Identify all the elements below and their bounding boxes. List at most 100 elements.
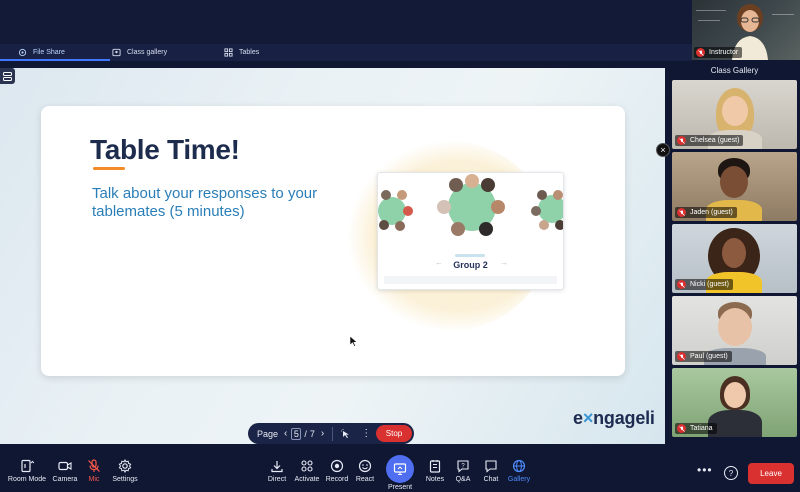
tab-class-gallery-label: Class gallery xyxy=(127,49,168,56)
page-label: Page xyxy=(257,428,279,439)
slide-title: Table Time! xyxy=(90,134,240,165)
avatar-face xyxy=(718,308,752,346)
tables-icon xyxy=(224,48,233,57)
engageli-logo: e×ngageli xyxy=(573,408,655,429)
layout-icon xyxy=(3,71,12,81)
tab-file-share[interactable]: File Share xyxy=(0,44,110,61)
direct-icon xyxy=(270,459,284,473)
thumb-next-arrow-icon: → xyxy=(500,258,508,267)
activate-label: Activate xyxy=(294,476,320,483)
tab-tables-label: Tables xyxy=(239,49,260,56)
stage-layout-toggle[interactable] xyxy=(0,68,15,84)
next-page-button[interactable]: › xyxy=(321,428,324,439)
title-underline xyxy=(93,167,125,170)
react-label: React xyxy=(355,476,375,483)
room-mode-button[interactable]: Room Mode xyxy=(6,459,48,483)
present-icon xyxy=(393,463,407,476)
current-page-input[interactable]: 5 xyxy=(291,427,302,440)
camera-label: Camera xyxy=(52,476,78,483)
gallery-label: Gallery xyxy=(507,476,531,483)
participant-tile[interactable]: Jaden (guest) xyxy=(672,152,797,221)
svg-text:?: ? xyxy=(461,463,465,469)
notes-icon xyxy=(428,459,442,473)
gallery-title: Class Gallery xyxy=(710,66,759,75)
participant-name: Paul (guest) xyxy=(690,353,728,360)
direct-label: Direct xyxy=(267,476,287,483)
help-icon[interactable]: ? xyxy=(724,466,738,480)
logo-part: × xyxy=(582,408,594,428)
record-button[interactable]: Record xyxy=(325,459,349,483)
class-gallery-icon xyxy=(112,48,121,57)
participant-tile[interactable]: Nicki (guest) xyxy=(672,224,797,293)
thumbnail-group-label: Group 2 xyxy=(453,260,488,270)
globe-icon xyxy=(512,459,526,473)
more-menu-icon[interactable]: ••• xyxy=(697,463,713,477)
chat-label: Chat xyxy=(483,476,499,483)
tab-file-share-label: File Share xyxy=(33,49,65,56)
instructor-video-tile[interactable]: Instructor xyxy=(692,0,800,60)
participant-label: Jaden (guest) xyxy=(675,207,737,218)
gallery-button[interactable]: Gallery xyxy=(506,459,532,483)
participant-label: Chelsea (guest) xyxy=(675,135,744,146)
mic-off-icon xyxy=(677,352,686,361)
logo-part: ngageli xyxy=(593,408,655,428)
chat-icon xyxy=(484,459,498,473)
logo-part: e xyxy=(573,408,583,428)
settings-label: Settings xyxy=(112,476,138,483)
room-mode-icon xyxy=(20,459,34,473)
leave-button[interactable]: Leave xyxy=(748,463,794,484)
class-gallery-panel: Class Gallery × Chelsea (guest) Jaden (g… xyxy=(656,61,800,444)
thumb-footer xyxy=(384,276,557,284)
present-button[interactable] xyxy=(386,455,414,483)
mic-off-icon xyxy=(677,136,686,145)
activate-button[interactable]: Activate xyxy=(293,459,321,483)
participant-name: Jaden (guest) xyxy=(690,209,733,216)
camera-button[interactable]: Camera xyxy=(51,459,79,483)
group-tag xyxy=(455,254,485,257)
participant-label: Paul (guest) xyxy=(675,351,732,362)
bottom-toolbar: Room Mode Camera Mic Settings Direct Act… xyxy=(0,452,800,492)
direct-button[interactable]: Direct xyxy=(266,459,288,483)
mic-off-icon xyxy=(677,208,686,217)
slide: Table Time! Talk about your responses to… xyxy=(41,106,625,376)
participant-tile[interactable]: Tatiana xyxy=(672,368,797,437)
room-mode-label: Room Mode xyxy=(7,476,47,483)
chat-button[interactable]: Chat xyxy=(481,459,501,483)
participant-name: Nicki (guest) xyxy=(690,281,729,288)
notes-button[interactable]: Notes xyxy=(425,459,445,483)
record-label: Record xyxy=(325,476,349,483)
mic-off-icon xyxy=(677,424,686,433)
slide-body: Talk about your responses to your tablem… xyxy=(92,185,318,220)
laser-pointer-icon[interactable] xyxy=(341,428,351,439)
total-pages: 7 xyxy=(309,428,315,439)
participant-name: Tatiana xyxy=(690,425,713,432)
tab-class-gallery[interactable]: Class gallery xyxy=(94,44,202,61)
divider xyxy=(332,426,334,441)
stop-button[interactable]: Stop xyxy=(376,425,412,442)
participant-tile[interactable]: Chelsea (guest) xyxy=(672,80,797,149)
gear-icon xyxy=(118,459,132,473)
avatar-face xyxy=(724,382,746,408)
record-icon xyxy=(330,459,344,473)
chalk-line xyxy=(696,10,726,11)
participant-name: Chelsea (guest) xyxy=(690,137,740,144)
top-band xyxy=(0,0,692,44)
settings-button[interactable]: Settings xyxy=(110,459,140,483)
tables-thumbnail: ← Group 2 → xyxy=(377,172,564,290)
mic-button[interactable]: Mic xyxy=(84,459,104,483)
react-button[interactable]: React xyxy=(355,459,375,483)
close-gallery-icon[interactable]: × xyxy=(656,143,670,157)
qa-button[interactable]: ? Q&A xyxy=(453,459,473,483)
tables-illustration xyxy=(378,174,563,236)
qa-icon: ? xyxy=(456,459,470,473)
present-label: Present xyxy=(387,484,413,491)
tab-tables[interactable]: Tables xyxy=(206,44,306,61)
more-options-icon[interactable]: ⋮ xyxy=(361,428,371,439)
chalk-line xyxy=(772,14,794,15)
mic-label: Mic xyxy=(88,476,100,483)
prev-page-button[interactable]: ‹ xyxy=(284,428,287,439)
instructor-name: Instructor xyxy=(709,49,739,56)
participant-tile[interactable]: Paul (guest) xyxy=(672,296,797,365)
mouse-pointer-icon xyxy=(350,336,358,347)
participant-label: Nicki (guest) xyxy=(675,279,733,290)
